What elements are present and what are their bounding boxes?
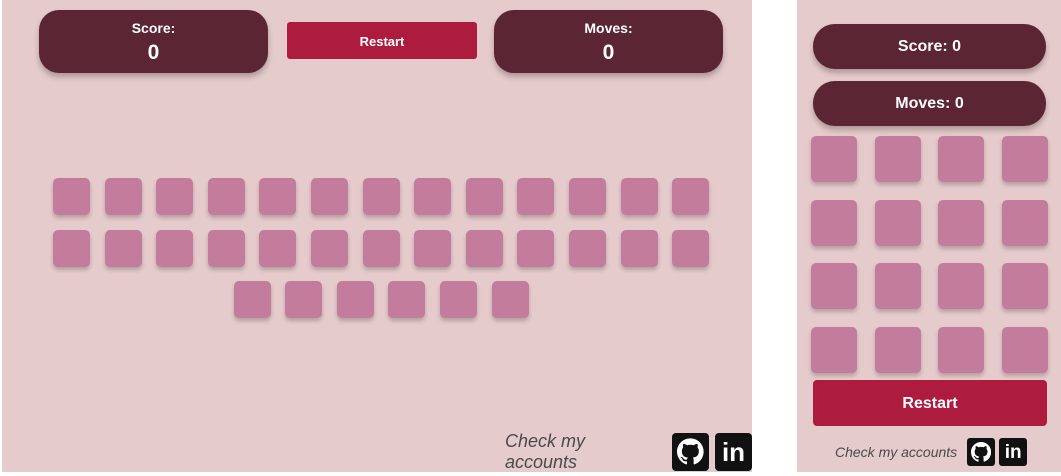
memory-card[interactable]: [259, 229, 297, 267]
linkedin-icon: in: [1004, 441, 1022, 463]
memory-card[interactable]: [362, 178, 400, 215]
restart-button[interactable]: Restart: [813, 380, 1047, 426]
score-label: Score:: [131, 20, 176, 36]
github-icon: [971, 441, 992, 462]
memory-card[interactable]: [259, 178, 297, 215]
memory-card[interactable]: [938, 263, 984, 309]
memory-card[interactable]: [938, 136, 984, 182]
score-label: Score:: [897, 38, 948, 55]
memory-card[interactable]: [156, 178, 194, 215]
memory-card[interactable]: [874, 199, 921, 246]
score-value: 0: [952, 38, 962, 55]
memory-card[interactable]: [311, 229, 348, 267]
memory-card[interactable]: [465, 178, 503, 215]
memory-card[interactable]: [938, 326, 984, 373]
github-icon: [677, 438, 704, 465]
memory-card[interactable]: [53, 229, 90, 267]
memory-card[interactable]: [811, 136, 857, 182]
memory-card[interactable]: [672, 229, 710, 267]
memory-card[interactable]: [285, 281, 323, 318]
moves-value: 0: [602, 41, 615, 64]
memory-card[interactable]: [336, 281, 374, 318]
memory-card[interactable]: [362, 229, 400, 267]
memory-card[interactable]: [233, 281, 271, 318]
memory-card[interactable]: [620, 178, 658, 215]
memory-card[interactable]: [569, 178, 606, 215]
linkedin-link[interactable]: in: [715, 433, 753, 471]
desktop-view: Score: 0 Restart Moves: 0 Check my accou…: [2, 0, 753, 473]
linkedin-link[interactable]: in: [999, 438, 1028, 466]
github-link[interactable]: [671, 433, 709, 471]
memory-card[interactable]: [440, 281, 477, 318]
memory-card[interactable]: [414, 178, 452, 215]
memory-card[interactable]: [1001, 199, 1048, 246]
memory-card[interactable]: [207, 178, 245, 215]
memory-card[interactable]: [53, 178, 90, 215]
memory-card[interactable]: [874, 136, 921, 182]
memory-card[interactable]: [517, 229, 555, 267]
memory-card[interactable]: [388, 281, 426, 318]
moves-panel: Moves: 0: [494, 10, 723, 73]
score-panel: Score: 0: [39, 10, 268, 73]
memory-card[interactable]: [874, 263, 921, 309]
memory-card[interactable]: [491, 281, 529, 318]
memory-card[interactable]: [1001, 326, 1048, 373]
memory-card[interactable]: [874, 326, 921, 373]
moves-label: Moves:: [895, 95, 951, 112]
footer: Check my accounts in: [835, 438, 1028, 466]
score-value: 0: [147, 41, 160, 64]
memory-card[interactable]: [569, 229, 606, 267]
footer-text: Check my accounts: [835, 444, 958, 460]
memory-card[interactable]: [104, 229, 142, 267]
footer: Check my accounts in: [505, 431, 753, 473]
memory-card[interactable]: [620, 229, 658, 267]
moves-label: Moves:: [584, 20, 633, 36]
memory-card[interactable]: [517, 178, 555, 215]
memory-card[interactable]: [672, 178, 710, 215]
memory-card[interactable]: [414, 229, 452, 267]
memory-card[interactable]: [207, 229, 245, 267]
mobile-view: Score: 0 Moves: 0 Restart Check my accou…: [797, 0, 1061, 472]
moves-value: 0: [954, 95, 964, 112]
memory-card[interactable]: [1001, 263, 1048, 309]
memory-card[interactable]: [811, 326, 857, 373]
memory-card[interactable]: [156, 229, 194, 267]
score-panel: Score: 0: [813, 24, 1046, 69]
moves-panel: Moves: 0: [813, 81, 1046, 126]
memory-card[interactable]: [311, 178, 348, 215]
linkedin-icon: in: [721, 437, 746, 467]
memory-card[interactable]: [1001, 136, 1048, 182]
memory-card[interactable]: [811, 199, 857, 246]
memory-card[interactable]: [938, 199, 984, 246]
memory-card[interactable]: [811, 263, 857, 309]
memory-card[interactable]: [465, 229, 503, 267]
github-link[interactable]: [967, 438, 996, 466]
restart-button[interactable]: Restart: [287, 22, 477, 59]
footer-text: Check my accounts: [505, 431, 586, 472]
memory-card[interactable]: [104, 178, 142, 215]
